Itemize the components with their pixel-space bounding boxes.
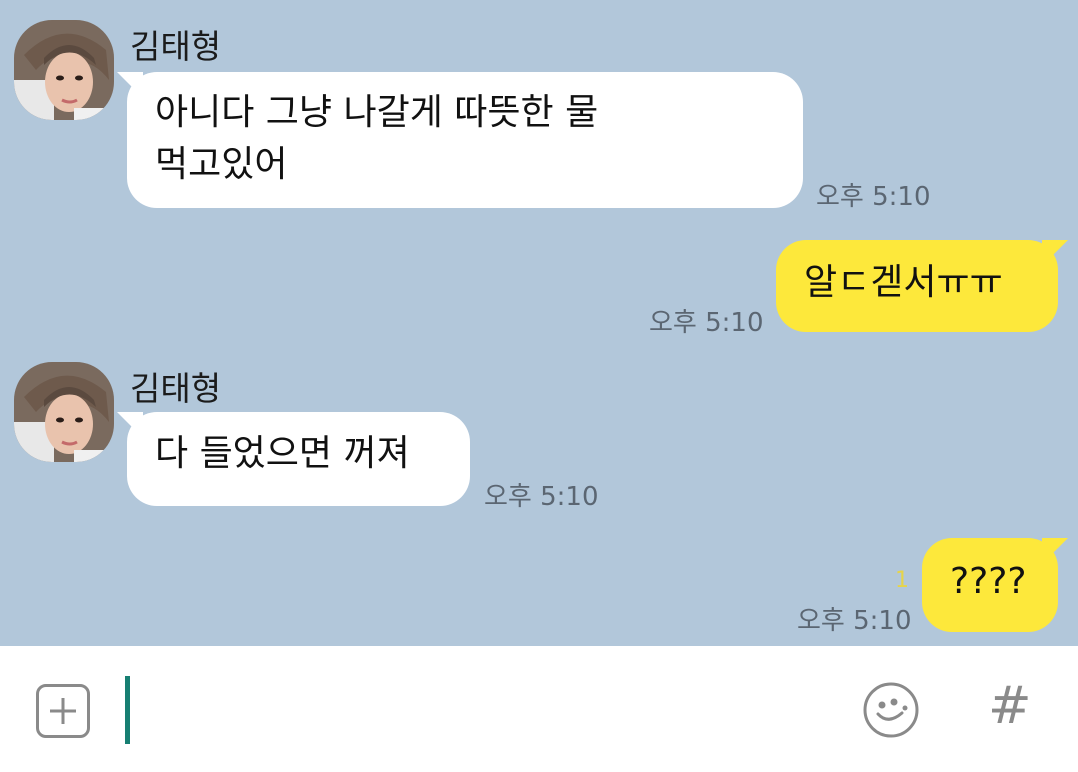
message-text: 다 들었으면 꺼져: [155, 433, 410, 474]
message-text: 아니다 그냥 나갈게 따뜻한 물: [155, 92, 599, 133]
plus-square-icon[interactable]: [36, 684, 90, 738]
message-bubble[interactable]: 알ㄷ겓서ㅠㅠ: [776, 240, 1068, 332]
message-time: 오후 5:10: [816, 182, 931, 212]
message-time: 오후 5:10: [484, 482, 599, 512]
chat-area[interactable]: 김태형 아니다 그냥 나갈게 따뜻한 물 먹고있어 오후 5:10 오후 5:1…: [0, 0, 1078, 646]
message-input-bar: #: [0, 646, 1078, 772]
sender-name: 김태형: [130, 27, 222, 66]
message-bubble[interactable]: 아니다 그냥 나갈게 따뜻한 물 먹고있어: [117, 72, 803, 208]
sender-name: 김태형: [130, 369, 222, 408]
message-text: 먹고있어: [155, 144, 288, 185]
avatar[interactable]: [14, 20, 114, 120]
smiley-icon[interactable]: [862, 681, 920, 739]
unread-count: 1: [895, 568, 909, 593]
message-text: ????: [950, 561, 1027, 602]
hashtag-icon[interactable]: #: [988, 676, 1032, 736]
message-time: 오후 5:10: [649, 308, 764, 338]
avatar[interactable]: [14, 362, 114, 462]
text-input-caret[interactable]: [125, 676, 130, 744]
message-bubble[interactable]: 다 들었으면 꺼져: [117, 412, 470, 506]
profile-photo-icon: [14, 362, 114, 462]
profile-photo-icon: [14, 20, 114, 120]
message-bubble[interactable]: ????: [922, 538, 1068, 632]
message-time: 오후 5:10: [797, 606, 912, 636]
message-text: 알ㄷ겓서ㅠㅠ: [804, 262, 1003, 303]
